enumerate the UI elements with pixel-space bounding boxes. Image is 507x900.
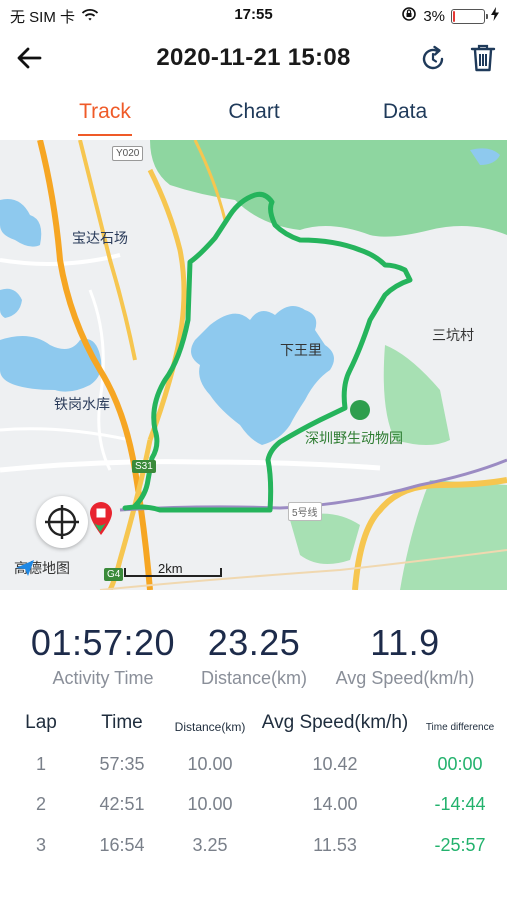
delete-button[interactable] [468, 42, 498, 74]
stat-activity-time: 01:57:20 Activity Time [28, 622, 178, 689]
map-label-xiawangli: 下王里 [280, 343, 322, 359]
header-avg-speed: Avg Speed(km/h) [261, 712, 409, 733]
crosshair-icon [45, 505, 79, 539]
tab-bar: Track Chart Data [0, 96, 507, 140]
header-distance: Distance(km) [174, 720, 246, 734]
trash-icon [470, 44, 496, 72]
tab-chart[interactable]: Chart [199, 100, 309, 124]
lap-avg-speed: 10.42 [312, 754, 358, 774]
map-brand: 高德地图 [14, 558, 70, 578]
avg-speed-label: Avg Speed(km/h) [335, 668, 475, 688]
status-bar: 无 SIM 卡 17:55 3% [0, 0, 507, 30]
orientation-lock-icon [401, 6, 417, 26]
charging-icon [491, 7, 499, 25]
summary-stats: 01:57:20 Activity Time 23.25 Distance(km… [0, 622, 507, 692]
battery-percent: 3% [423, 7, 445, 25]
road-shield-s31: S31 [132, 460, 156, 473]
stat-distance: 23.25 Distance(km) [184, 622, 324, 689]
lap-time: 42:51 [99, 794, 145, 814]
locate-button[interactable] [36, 496, 88, 548]
lap-time-diff: -14:44 [434, 794, 486, 814]
distance-label: Distance(km) [200, 668, 307, 688]
lap-time-diff: -25:57 [434, 835, 486, 855]
lap-time: 16:54 [99, 835, 145, 855]
lap-row: 3 16:54 3.25 11.53 -25:57 [0, 835, 507, 865]
lap-avg-speed: 14.00 [312, 794, 358, 814]
route-start-marker [94, 520, 106, 532]
map-label-baoda: 宝达石场 [72, 231, 128, 247]
battery-level [453, 10, 455, 22]
lap-distance: 3.25 [192, 835, 228, 855]
road-shield-line5: 5号线 [288, 502, 322, 521]
lap-time-diff: 00:00 [437, 754, 483, 774]
header-time: Time [101, 712, 143, 733]
road-shield-g4: G4 [104, 568, 124, 581]
header-time-diff: Time difference [425, 722, 495, 733]
lap-number: 3 [35, 835, 46, 855]
stat-avg-speed: 11.9 Avg Speed(km/h) [330, 622, 480, 689]
replay-button[interactable] [418, 44, 448, 74]
laps-header-row: Lap Time Distance(km) Avg Speed(km/h) Ti… [0, 712, 507, 742]
activity-time-label: Activity Time [52, 668, 154, 688]
lap-time: 57:35 [99, 754, 145, 774]
status-right: 3% [401, 6, 499, 26]
avg-speed-value: 11.9 [370, 622, 440, 663]
map-label-tiegang: 铁岗水库 [54, 397, 110, 413]
scale-ruler [124, 568, 222, 577]
lap-distance: 10.00 [187, 754, 233, 774]
zoo-poi-icon [350, 400, 370, 420]
tab-data[interactable]: Data [350, 100, 460, 124]
tab-track[interactable]: Track [50, 100, 160, 124]
lap-number: 2 [35, 794, 46, 814]
lap-avg-speed: 11.53 [313, 835, 357, 855]
map-scale-bar: 2km [124, 561, 222, 578]
replay-icon [422, 45, 444, 70]
distance-value: 23.25 [207, 622, 301, 663]
amap-logo-icon [16, 560, 34, 576]
map-label-zoo: 深圳野生动物园 [305, 431, 403, 447]
route-map[interactable]: 宝达石场 铁岗水库 下王里 三坑村 深圳野生动物园 Y020 S31 5号线 G… [0, 140, 507, 590]
road-shield-y020: Y020 [112, 146, 144, 161]
lap-row: 1 57:35 10.00 10.42 00:00 [0, 754, 507, 784]
activity-time-value: 01:57:20 [30, 622, 176, 663]
map-label-sankeng: 三坑村 [432, 328, 474, 344]
lap-distance: 10.00 [187, 794, 233, 814]
battery-icon [451, 8, 488, 24]
header-lap: Lap [25, 712, 57, 733]
active-tab-indicator [78, 134, 132, 136]
lap-row: 2 42:51 10.00 14.00 -14:44 [0, 794, 507, 824]
header: 2020-11-21 15:08 [0, 30, 507, 86]
lap-number: 1 [35, 754, 46, 774]
